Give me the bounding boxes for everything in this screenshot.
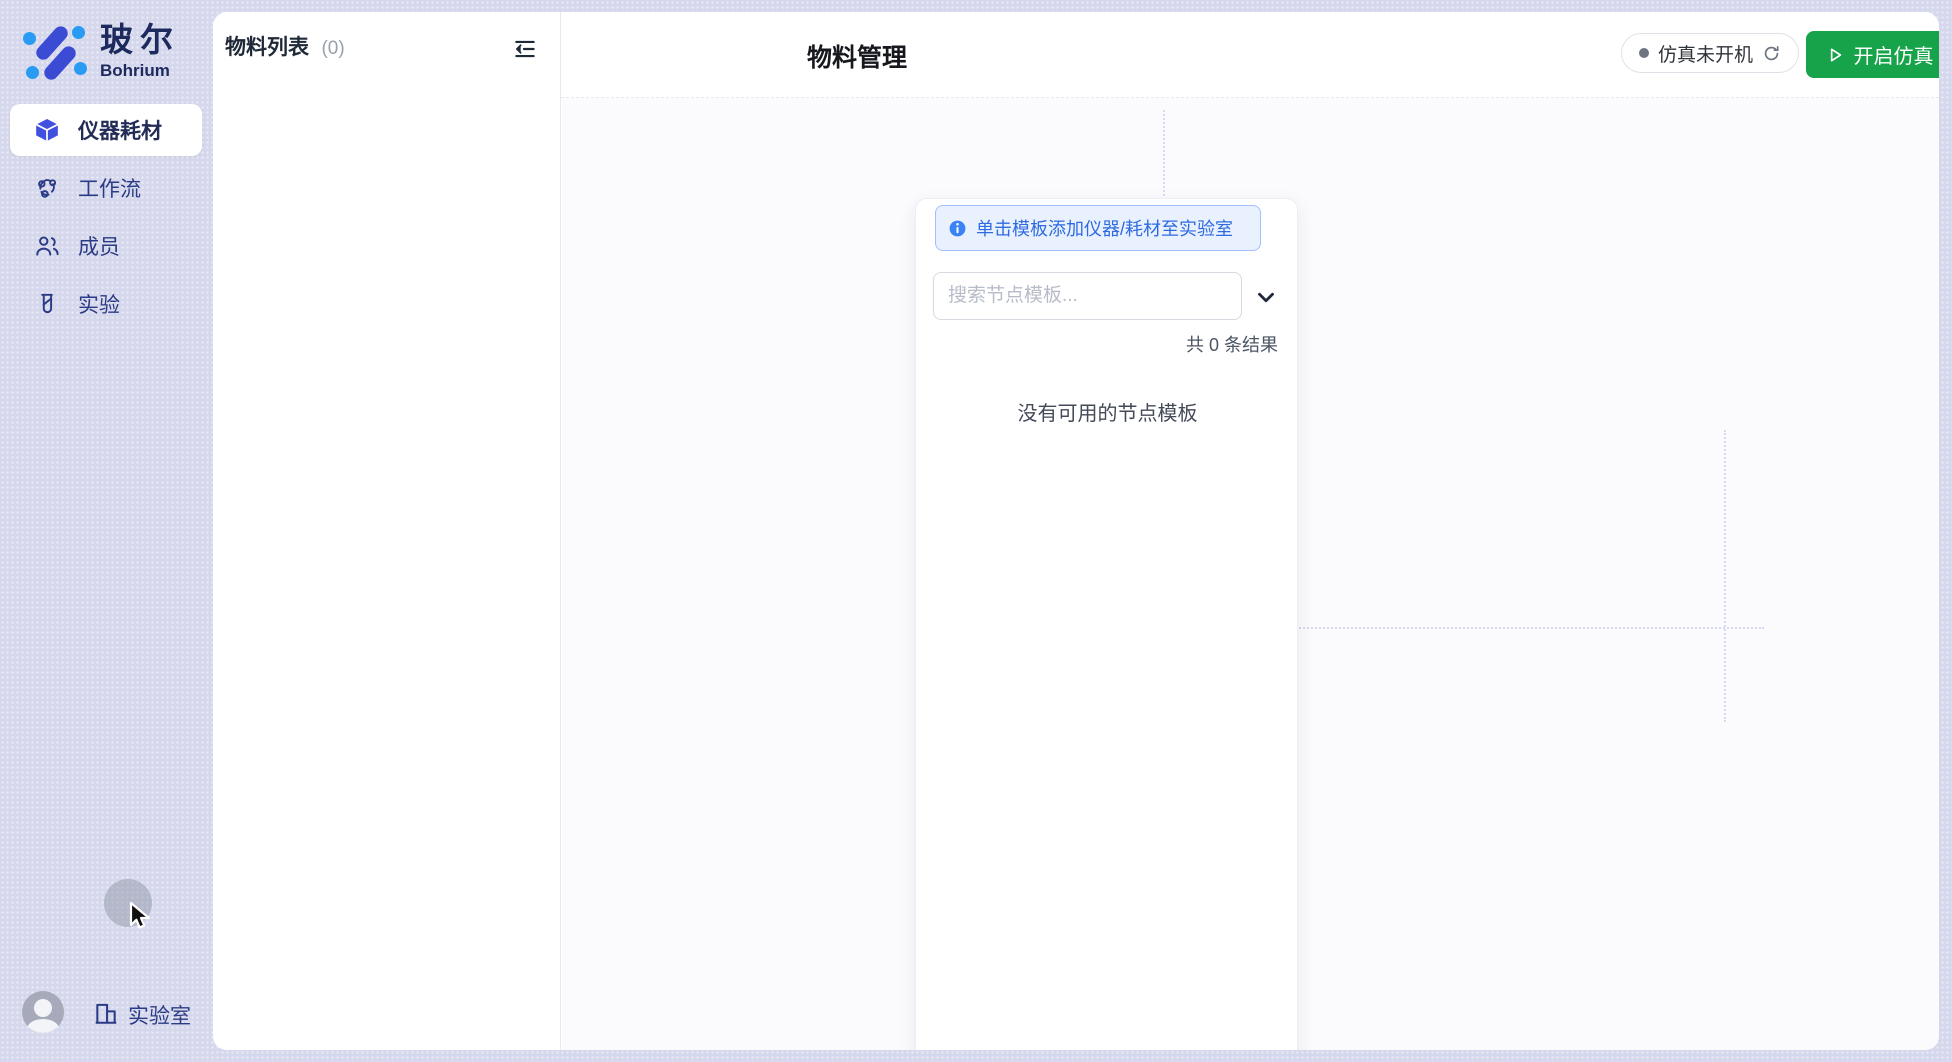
experiment-icon bbox=[34, 291, 60, 317]
start-simulation-button[interactable]: 开启仿真 bbox=[1806, 31, 1939, 78]
template-tip-text: 单击模板添加仪器/耗材至实验室 bbox=[976, 215, 1233, 241]
empty-templates-text: 没有可用的节点模板 bbox=[916, 397, 1299, 426]
brand-logo: 玻尔 Bohrium bbox=[22, 20, 202, 86]
template-tip-banner: 单击模板添加仪器/耗材至实验室 bbox=[935, 205, 1261, 251]
user-avatar[interactable] bbox=[22, 991, 64, 1033]
page-header: 物料管理 仿真未开机 开启仿真 下载配置 bbox=[561, 12, 1939, 98]
sidebar-footer: 实验室 bbox=[0, 990, 213, 1036]
sidebar-item-experiments[interactable]: 实验 bbox=[10, 278, 202, 330]
bohrium-logo-icon bbox=[22, 22, 88, 82]
canvas-gridline bbox=[1724, 430, 1726, 722]
main-card: 物料列表 (0) 物料管理 仿真未开机 开启仿真 bbox=[213, 12, 1939, 1050]
brand-name: 玻尔 bbox=[100, 20, 180, 60]
mouse-cursor bbox=[124, 900, 158, 934]
chevron-down-icon[interactable] bbox=[1253, 284, 1279, 310]
brand-subtitle: Bohrium bbox=[100, 60, 180, 82]
template-search-input[interactable] bbox=[933, 272, 1242, 320]
play-icon bbox=[1825, 45, 1845, 65]
sidebar-item-label: 工作流 bbox=[78, 173, 141, 203]
sidebar-item-members[interactable]: 成员 bbox=[10, 220, 202, 272]
material-list-count: (0) bbox=[321, 38, 344, 59]
sidebar-item-label: 实验 bbox=[78, 289, 120, 319]
status-dot-icon bbox=[1639, 48, 1649, 58]
cube-icon bbox=[34, 117, 60, 143]
members-icon bbox=[34, 233, 60, 259]
page-title: 物料管理 bbox=[807, 38, 907, 74]
sidebar: 玻尔 Bohrium 仪器耗材 工作流 bbox=[0, 0, 213, 1062]
material-list-panel: 物料列表 (0) bbox=[213, 12, 561, 1050]
workflow-icon bbox=[34, 175, 60, 201]
flow-canvas[interactable]: 单击模板添加仪器/耗材至实验室 共 0 条结果 没有可用的节点模板 美化布局 bbox=[562, 98, 1939, 1050]
material-list-title: 物料列表 bbox=[225, 30, 309, 66]
sidebar-nav: 仪器耗材 工作流 成员 实验 bbox=[0, 104, 213, 336]
building-icon bbox=[93, 1000, 119, 1026]
lab-switcher[interactable]: 实验室 bbox=[128, 1000, 191, 1030]
simulation-status-pill[interactable]: 仿真未开机 bbox=[1621, 33, 1799, 73]
info-icon bbox=[948, 219, 967, 238]
sidebar-item-instruments[interactable]: 仪器耗材 bbox=[10, 104, 202, 156]
template-panel: 单击模板添加仪器/耗材至实验室 共 0 条结果 没有可用的节点模板 bbox=[915, 198, 1298, 1050]
result-count: 共 0 条结果 bbox=[916, 331, 1278, 357]
menu-fold-icon[interactable] bbox=[512, 36, 538, 62]
refresh-icon[interactable] bbox=[1762, 44, 1781, 63]
sidebar-item-label: 成员 bbox=[78, 231, 120, 261]
sidebar-item-label: 仪器耗材 bbox=[78, 115, 162, 145]
sidebar-item-workflow[interactable]: 工作流 bbox=[10, 162, 202, 214]
simulation-status-label: 仿真未开机 bbox=[1658, 40, 1753, 67]
